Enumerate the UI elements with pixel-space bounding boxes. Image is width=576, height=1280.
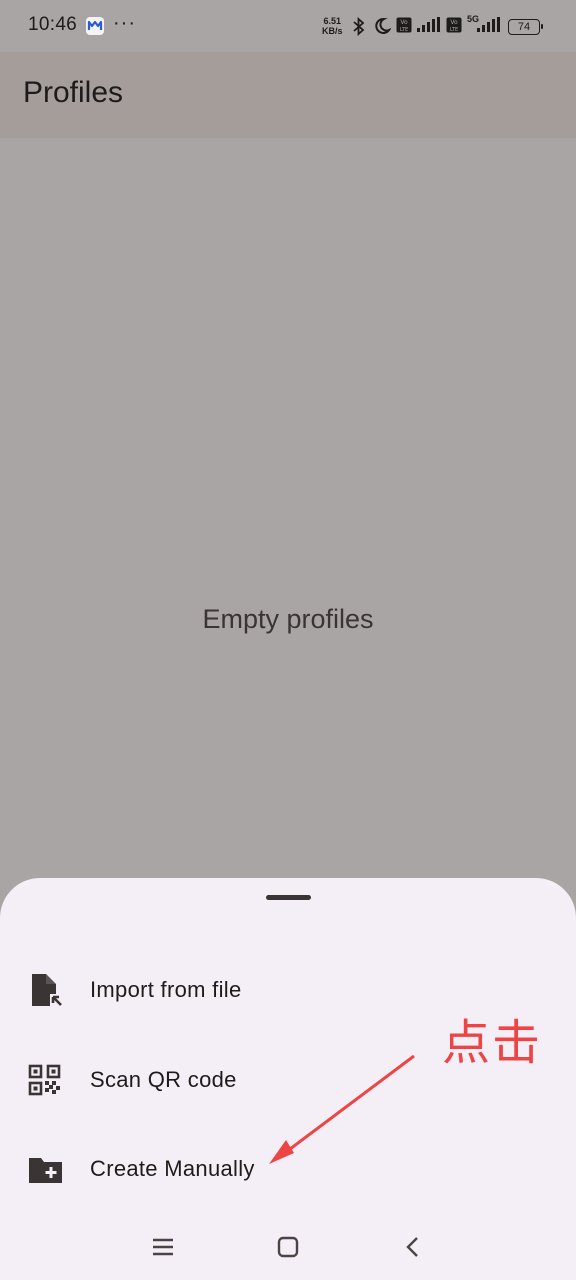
menu-icon[interactable] — [148, 1232, 178, 1262]
annotation-arrow-icon — [269, 1054, 415, 1164]
home-icon[interactable] — [273, 1232, 303, 1262]
back-icon[interactable] — [398, 1232, 428, 1262]
system-nav-bar — [0, 1214, 576, 1280]
